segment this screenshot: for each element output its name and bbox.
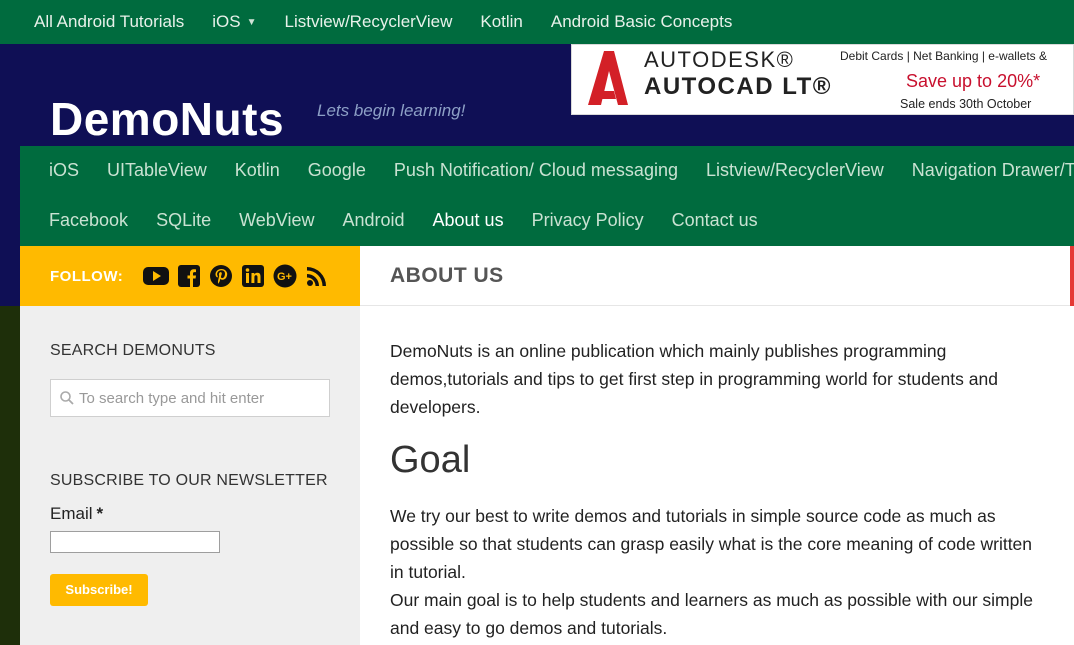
required-mark: * (96, 504, 104, 523)
topnav-item-listview-recyclerview[interactable]: Listview/RecyclerView (285, 12, 453, 32)
search-icon (59, 390, 75, 406)
ad-brand-line1: AUTODESK® (644, 47, 795, 72)
menu-item-facebook[interactable]: Facebook (49, 210, 128, 231)
site-logo[interactable]: DemoNuts (50, 92, 284, 146)
goal-paragraph-2: Our main goal is to help students and le… (390, 590, 1033, 638)
menu-item-about-us[interactable]: About us (433, 210, 504, 231)
follow-label: FOLLOW: (50, 267, 124, 285)
newsletter-heading: SUBSCRIBE TO OUR NEWSLETTER (50, 472, 328, 489)
page-title: ABOUT US (390, 264, 504, 287)
email-field[interactable] (50, 531, 220, 553)
title-accent-bar (1070, 246, 1074, 306)
sidebar: SEARCH DEMONUTS SUBSCRIBE TO OUR NEWSLET… (20, 306, 360, 645)
youtube-icon[interactable] (143, 266, 170, 286)
rss-icon[interactable] (306, 265, 328, 287)
goal-heading: Goal (390, 439, 471, 481)
main-menu: iOS UITableView Kotlin Google Push Notif… (20, 146, 1074, 246)
subscribe-button[interactable]: Subscribe! (50, 574, 148, 606)
topnav-item-ios[interactable]: iOS ▼ (212, 12, 256, 32)
site-tagline: Lets begin learning! (317, 101, 466, 120)
main-menu-row-2: Facebook SQLite WebView Android About us… (49, 210, 786, 231)
menu-item-privacy-policy[interactable]: Privacy Policy (532, 210, 644, 231)
ad-ends-text: Sale ends 30th October (900, 97, 1032, 111)
menu-item-uitableview[interactable]: UITableView (107, 160, 207, 181)
social-icons: G+ (143, 264, 337, 288)
goal-paragraph-1: We try our best to write demos and tutor… (390, 506, 1033, 582)
topnav-item-ios-label: iOS (212, 12, 241, 31)
main-content: DemoNuts is an online publication which … (360, 306, 1074, 645)
menu-item-sqlite[interactable]: SQLite (156, 210, 211, 231)
ad-payment-text: Debit Cards | Net Banking | e-wallets & (840, 49, 1047, 63)
email-label-text: Email (50, 504, 93, 523)
svg-text:G+: G+ (277, 271, 292, 283)
page-title-bar: ABOUT US (360, 246, 1074, 306)
topnav-item-kotlin[interactable]: Kotlin (480, 12, 523, 32)
menu-item-listview-recyclerview[interactable]: Listview/RecyclerView (706, 160, 884, 181)
search-box[interactable] (50, 379, 330, 417)
topnav-item-all-android-tutorials[interactable]: All Android Tutorials (34, 12, 184, 32)
menu-item-push-notification[interactable]: Push Notification/ Cloud messaging (394, 160, 678, 181)
follow-bar: FOLLOW: G+ (20, 246, 360, 306)
linkedin-icon[interactable] (242, 265, 265, 287)
chevron-down-icon: ▼ (246, 16, 257, 28)
search-input[interactable] (79, 389, 319, 407)
search-widget-heading: SEARCH DEMONUTS (50, 342, 216, 359)
menu-item-navigation-drawer[interactable]: Navigation Drawer/Ta (912, 160, 1074, 181)
menu-item-webview[interactable]: WebView (239, 210, 314, 231)
intro-paragraph: DemoNuts is an online publication which … (390, 341, 998, 417)
email-label: Email * (50, 504, 103, 524)
menu-item-ios[interactable]: iOS (49, 160, 79, 181)
menu-item-kotlin[interactable]: Kotlin (235, 160, 280, 181)
menu-item-contact-us[interactable]: Contact us (672, 210, 758, 231)
top-nav: All Android Tutorials iOS ▼ Listview/Recy… (0, 0, 1074, 44)
ad-banner[interactable]: AUTODESK® AUTOCAD LT® Debit Cards | Net … (571, 44, 1074, 115)
google-plus-icon[interactable]: G+ (273, 264, 297, 288)
facebook-icon[interactable] (178, 265, 201, 287)
autodesk-logo-icon (588, 51, 628, 105)
ad-offer-text: Save up to 20%* (906, 71, 1041, 91)
pinterest-icon[interactable] (209, 264, 233, 288)
menu-item-android[interactable]: Android (342, 210, 404, 231)
main-menu-row-1: iOS UITableView Kotlin Google Push Notif… (49, 160, 1074, 181)
menu-item-google[interactable]: Google (308, 160, 366, 181)
ad-brand-line2: AUTOCAD LT® (644, 73, 832, 100)
topnav-item-android-basic-concepts[interactable]: Android Basic Concepts (551, 12, 732, 32)
